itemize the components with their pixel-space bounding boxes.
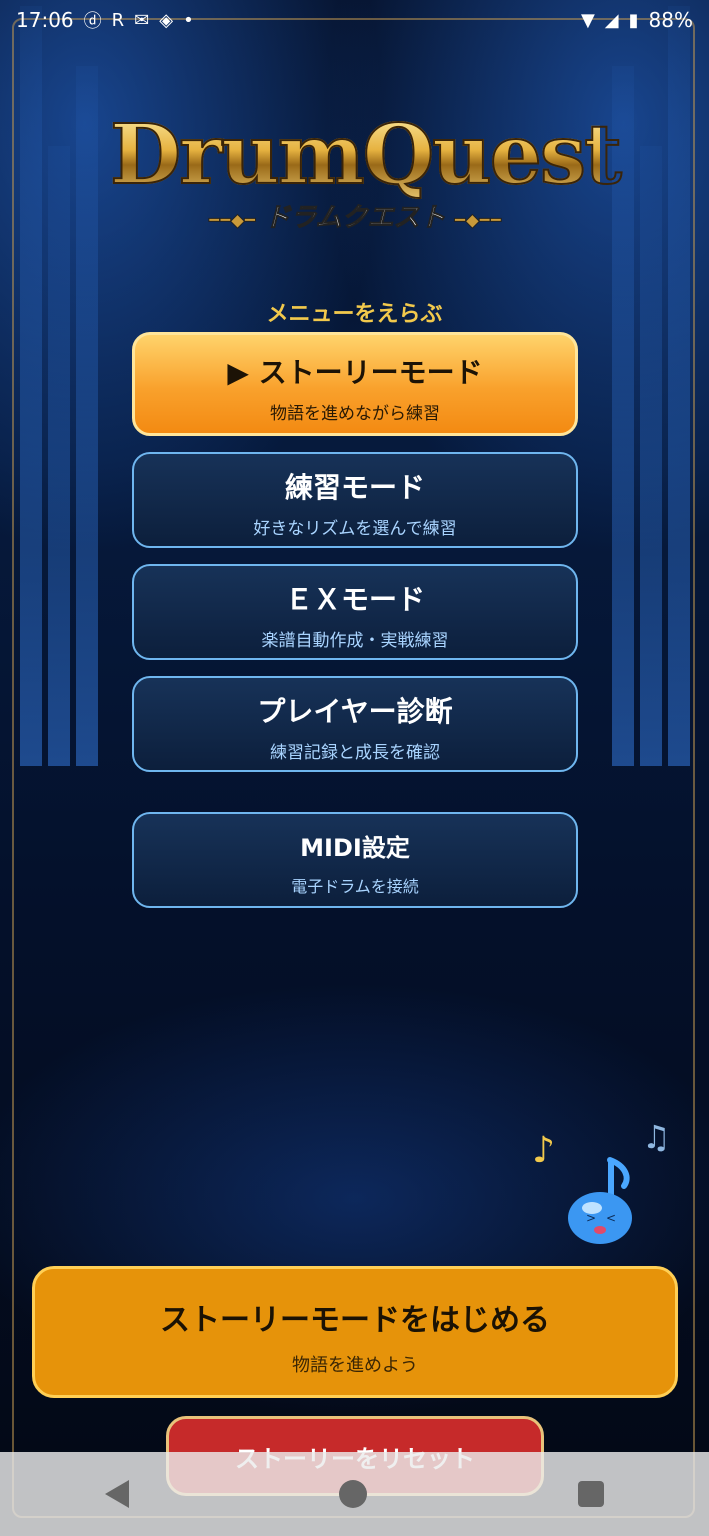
player-diagnosis-subtitle: 練習記録と成長を確認: [270, 743, 440, 763]
practice-mode-title: 練習モード: [284, 471, 425, 504]
system-nav-bar: [0, 1452, 709, 1536]
mail-icon: ✉: [134, 9, 150, 31]
story-mode-subtitle: 物語を進めながら練習: [270, 404, 440, 424]
battery-percent: 88%: [648, 8, 693, 32]
dot-icon: •: [183, 9, 194, 31]
wifi-icon: ▼: [580, 9, 595, 31]
start-story-title: ストーリーモードをはじめる: [160, 1303, 550, 1338]
player-diagnosis-title: プレイヤー診断: [257, 695, 453, 728]
story-mode-title: ▶ ストーリーモード: [227, 356, 483, 389]
midi-settings-title: MIDI設定: [300, 834, 410, 862]
svg-text:>: >: [586, 1211, 596, 1225]
home-icon[interactable]: [339, 1480, 368, 1508]
start-story-button[interactable]: ストーリーモードをはじめる 物語を進めよう: [32, 1266, 678, 1398]
signal-icon: ◢: [604, 9, 619, 31]
diamond-icon: ◈: [159, 9, 174, 31]
logo-title: DrumQuest: [109, 106, 623, 204]
app-logo: DrumQuest ━━◆━ ドラムクエスト ━◆━━: [109, 105, 623, 245]
battery-icon: ▮: [628, 9, 639, 31]
midi-settings-subtitle: 電子ドラムを接続: [291, 877, 419, 896]
svg-text:<: <: [606, 1211, 616, 1225]
status-bar: 17:06 ⓓ R ✉ ◈ • ▼ ◢ ▮ 88%: [0, 0, 709, 40]
ex-mode-button[interactable]: ＥＸモード 楽譜自動作成・実戦練習: [132, 564, 578, 660]
player-diagnosis-button[interactable]: プレイヤー診断 練習記録と成長を確認: [132, 676, 578, 772]
d-app-icon: ⓓ: [83, 11, 102, 32]
menu-heading: メニューをえらぶ: [266, 302, 443, 327]
ex-mode-subtitle: 楽譜自動作成・実戦練習: [261, 631, 449, 651]
practice-mode-button[interactable]: 練習モード 好きなリズムを選んで練習: [132, 452, 578, 548]
ornament-right-icon: ━◆━━: [454, 210, 502, 232]
r-app-icon: R: [111, 9, 125, 31]
ex-mode-title: ＥＸモード: [284, 583, 425, 616]
note-mascot-icon: > <: [568, 1157, 632, 1244]
music-note-icon: ♪: [532, 1130, 555, 1171]
logo-subtitle: ドラムクエスト: [264, 203, 446, 234]
recent-apps-icon[interactable]: [577, 1481, 604, 1507]
practice-mode-subtitle: 好きなリズムを選んで練習: [253, 519, 457, 539]
story-mode-button[interactable]: ▶ ストーリーモード 物語を進めながら練習: [132, 332, 578, 436]
ornament-left-icon: ━━◆━: [208, 210, 256, 232]
start-story-subtitle: 物語を進めよう: [292, 1355, 418, 1376]
back-icon[interactable]: [105, 1480, 130, 1508]
midi-settings-button[interactable]: MIDI設定 電子ドラムを接続: [132, 812, 578, 908]
double-note-icon: ♫: [642, 1118, 671, 1156]
status-time: 17:06: [16, 8, 74, 32]
